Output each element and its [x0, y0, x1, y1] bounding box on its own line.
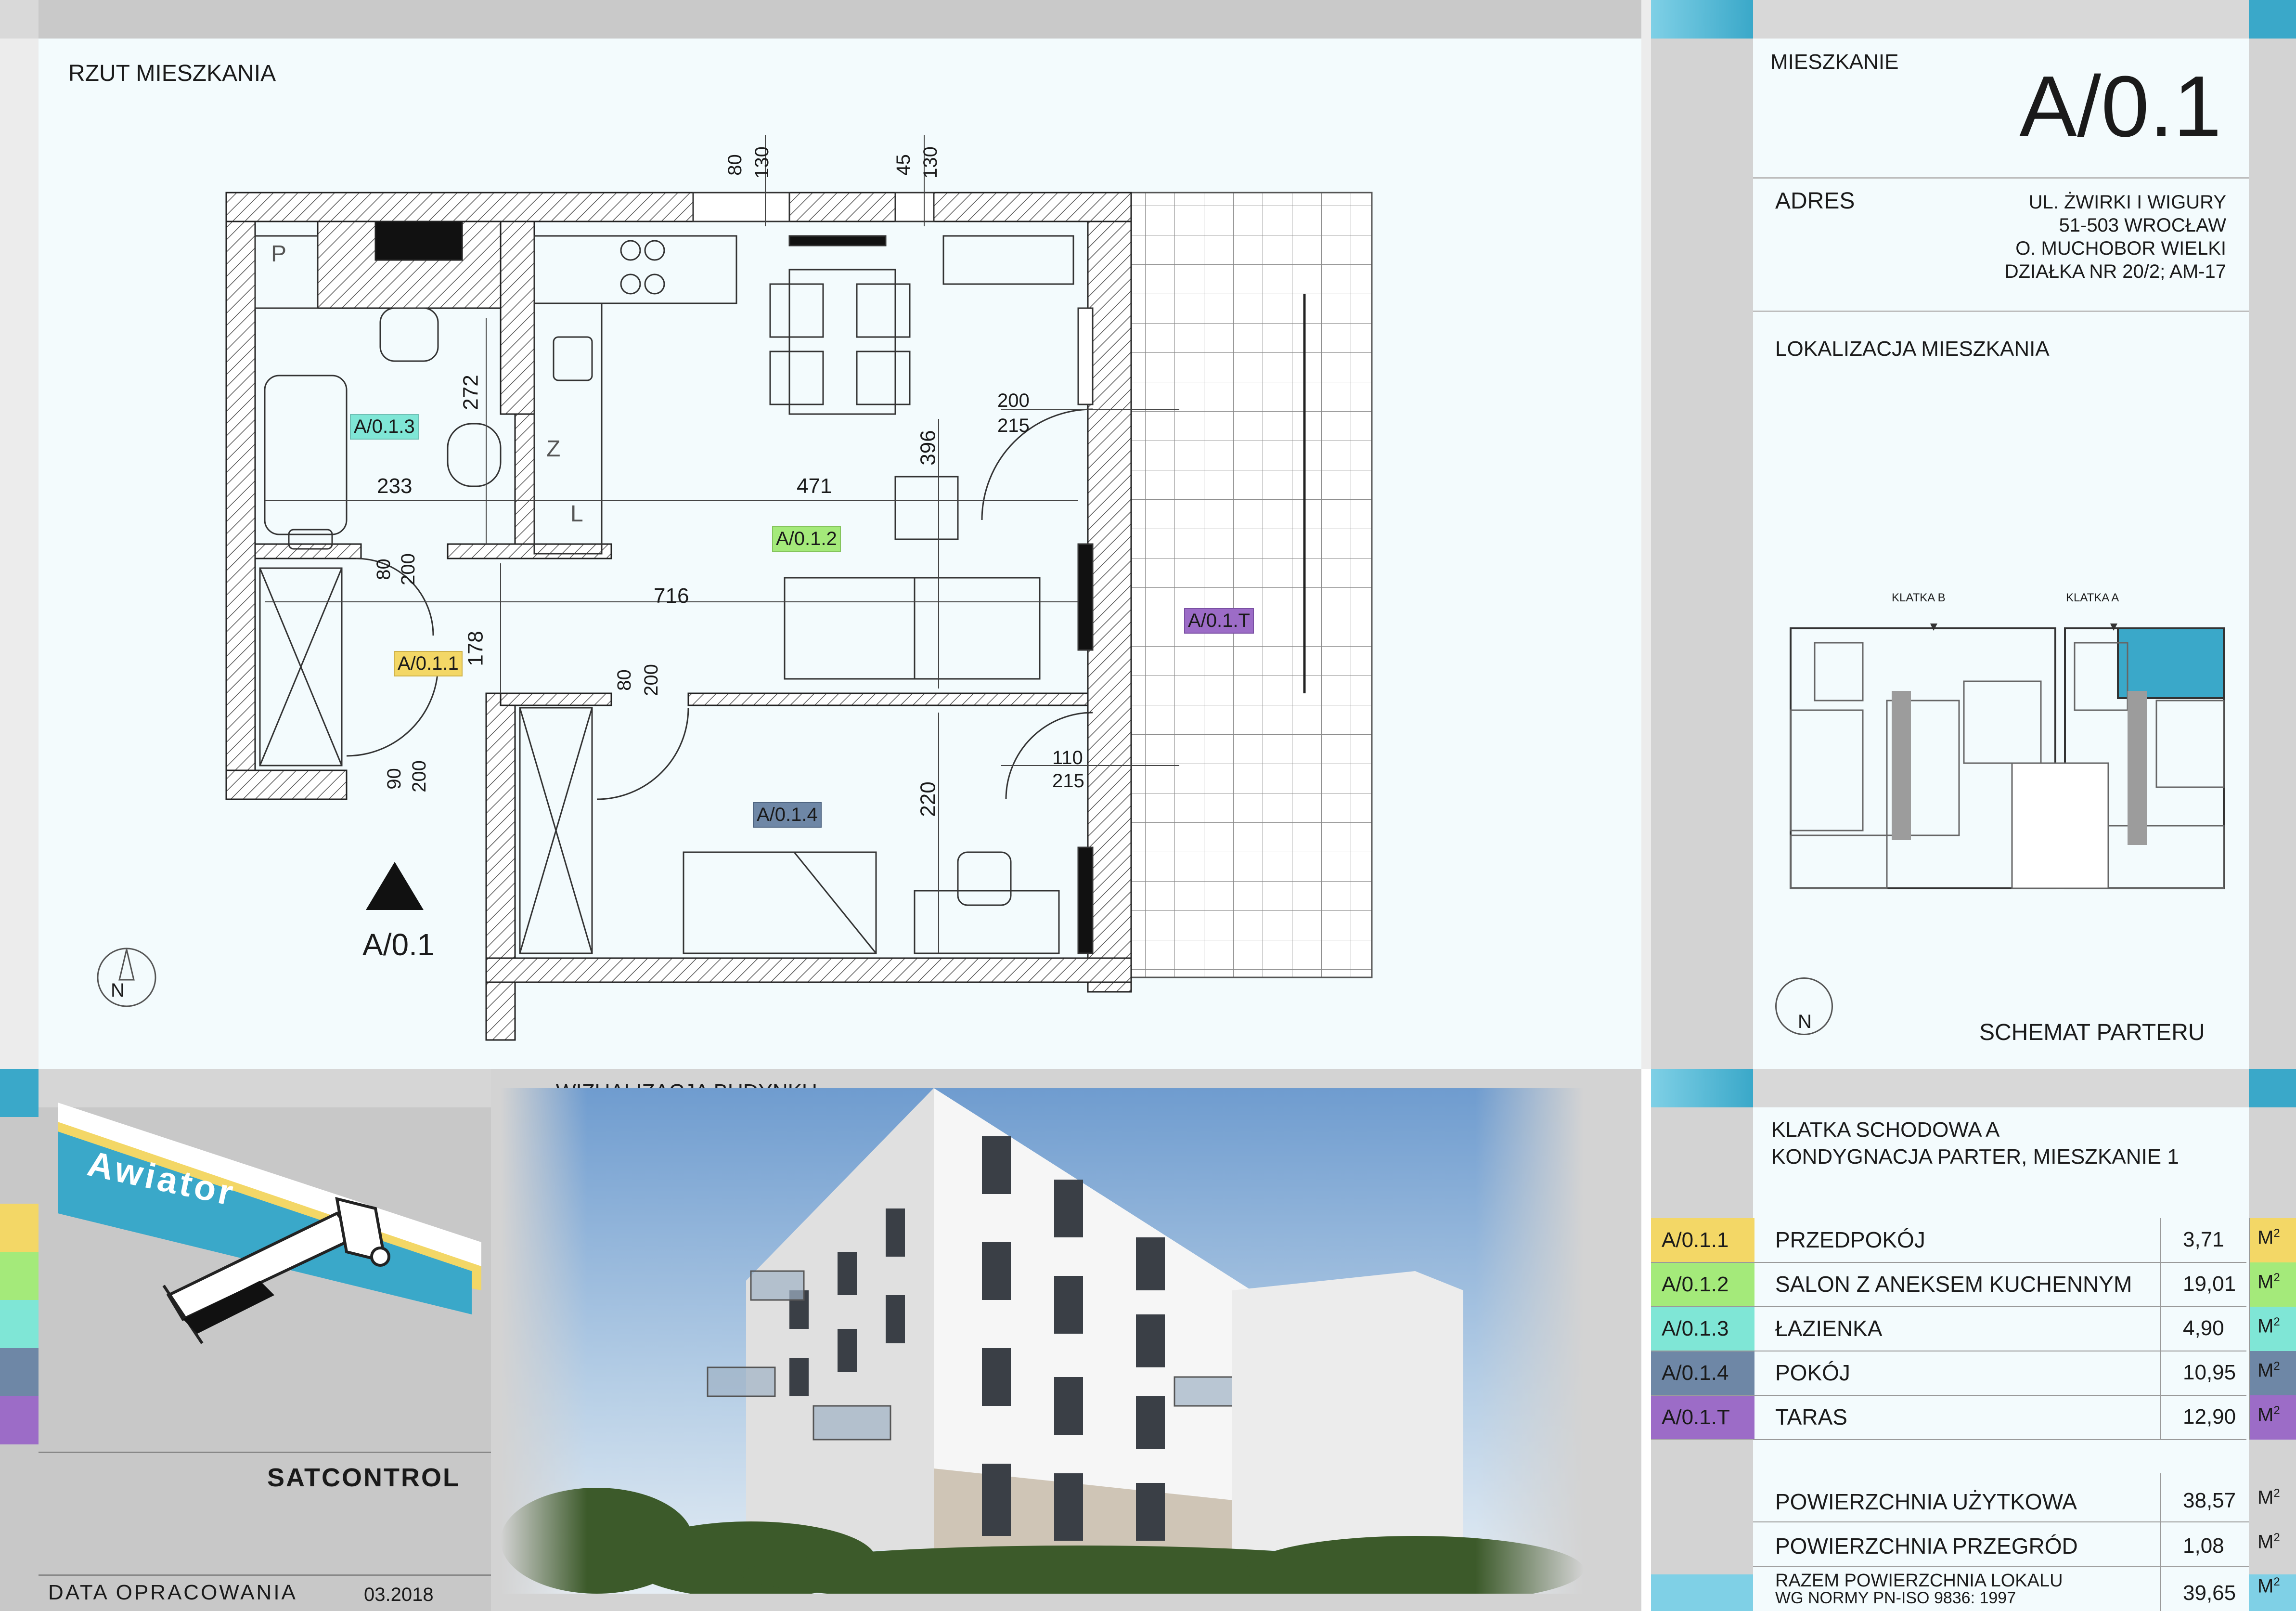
- room-code: A/0.1.2: [1651, 1262, 1754, 1307]
- dim-272: 272: [459, 375, 483, 410]
- terrace: [1130, 192, 1373, 978]
- building-render: [501, 1088, 1584, 1594]
- dim-200d: 200: [408, 760, 430, 793]
- room-tag-salon: A/0.1.2: [772, 526, 841, 552]
- room-tag-taras: A/0.1.T: [1184, 608, 1254, 634]
- total-value: 39,65: [2183, 1581, 2236, 1605]
- dim-130b: 130: [919, 146, 941, 179]
- adres-label: ADRES: [1775, 188, 1855, 214]
- dim-200a: 200: [997, 390, 1030, 411]
- room-tag-hall: A/0.1.1: [394, 651, 463, 676]
- awiator-logo: [58, 1103, 481, 1344]
- klatka-b-label: KLATKA B: [1892, 591, 1946, 604]
- schemat-label: SCHEMAT PARTERU: [1979, 1020, 2205, 1045]
- address-line-1: UL. ŻWIRKI I WIGURY: [2028, 192, 2226, 213]
- room-area: 10,95: [2183, 1361, 2236, 1384]
- address-line-4: DZIAŁKA NR 20/2; AM-17: [2004, 261, 2226, 282]
- dim-220: 220: [916, 781, 940, 817]
- dim-215a: 215: [997, 415, 1030, 436]
- room-area: 12,90: [2183, 1405, 2236, 1429]
- dim-471: 471: [797, 474, 832, 498]
- room-name: ŁAZIENKA: [1775, 1316, 1883, 1341]
- total-useful-label: POWIERZCHNIA UŻYTKOWA: [1775, 1489, 2077, 1514]
- dim-396: 396: [916, 430, 940, 466]
- room-code: A/0.1.T: [1651, 1395, 1754, 1440]
- mieszkanie-label: MIESZKANIE: [1770, 50, 1899, 74]
- room-unit: M2: [2257, 1271, 2280, 1293]
- unit-marker: A/0.1: [362, 927, 435, 962]
- mieszkanie-value: A/0.1: [2019, 58, 2222, 155]
- total-partitions-unit: M2: [2257, 1531, 2280, 1553]
- room-name: TARAS: [1775, 1404, 1847, 1429]
- total-label-2: WG NORMY PN-ISO 9836: 1997: [1775, 1589, 2016, 1607]
- room-name: POKÓJ: [1775, 1360, 1850, 1385]
- dim-110: 110: [1052, 747, 1083, 768]
- room-area: 4,90: [2183, 1316, 2224, 1340]
- floor-schema: [1790, 624, 2225, 889]
- room-unit: M2: [2257, 1315, 2280, 1337]
- summary-line-1: KLATKA SCHODOWA A: [1771, 1118, 2000, 1142]
- schema-north-label: N: [1798, 1011, 1812, 1032]
- dim-80c: 80: [613, 669, 635, 691]
- room-unit: M2: [2257, 1404, 2280, 1426]
- floor-plan: [97, 135, 1373, 1041]
- room-code: A/0.1.3: [1651, 1307, 1754, 1351]
- klatka-a-label: KLATKA A: [2066, 591, 2119, 604]
- total-partitions-value: 1,08: [2183, 1534, 2224, 1558]
- dim-200c: 200: [640, 664, 662, 696]
- right-strip-top-grey: [1753, 0, 2249, 39]
- room-area: 3,71: [2183, 1228, 2224, 1251]
- info-side-right: [2249, 39, 2296, 1069]
- room-tag-pokoj: A/0.1.4: [753, 802, 822, 828]
- total-unit: M2: [2257, 1575, 2280, 1597]
- total-label-1: RAZEM POWIERZCHNIA LOKALU: [1775, 1571, 2063, 1591]
- total-useful-value: 38,57: [2183, 1489, 2236, 1512]
- right-strip-top-cyan: [2249, 0, 2296, 39]
- right-strip-top: [1651, 0, 1753, 39]
- dim-233: 233: [377, 474, 413, 498]
- dim-80b: 80: [373, 559, 394, 580]
- dim-716: 716: [654, 584, 689, 608]
- dim-45: 45: [892, 154, 914, 176]
- summary-line-2: KONDYGNACJA PARTER, MIESZKANIE 1: [1771, 1145, 2179, 1169]
- side-strip-cyan: [0, 1069, 39, 1117]
- total-useful-unit: M2: [2257, 1487, 2280, 1508]
- room-code: A/0.1.1: [1651, 1218, 1754, 1262]
- address-line-2: 51-503 WROCŁAW: [2059, 215, 2227, 236]
- address-line-3: O. MUCHOBOR WIELKI: [2015, 238, 2226, 259]
- plan-north-label: N: [111, 980, 125, 1001]
- dim-130a: 130: [751, 146, 773, 179]
- dim-90: 90: [383, 768, 405, 790]
- info-side-left: [1651, 39, 1753, 1069]
- lokalizacja-label: LOKALIZACJA MIESZKANIA: [1775, 337, 2050, 361]
- room-name: PRZEDPOKÓJ: [1775, 1227, 1925, 1252]
- left-top-strip: [0, 0, 39, 39]
- dim-80a: 80: [724, 154, 746, 176]
- room-name: SALON Z ANEKSEM KUCHENNYM: [1775, 1272, 2132, 1297]
- room-unit: M2: [2257, 1360, 2280, 1381]
- room-tag-bath: A/0.1.3: [350, 414, 419, 440]
- company-name: SATCONTROL: [267, 1463, 460, 1492]
- dim-200b: 200: [397, 553, 419, 585]
- fixture-z: Z: [546, 436, 561, 462]
- total-partitions-label: POWIERZCHNIA PRZEGRÓD: [1775, 1533, 2078, 1559]
- date-value: 03.2018: [364, 1584, 434, 1605]
- room-area: 19,01: [2183, 1272, 2236, 1296]
- room-code: A/0.1.4: [1651, 1351, 1754, 1395]
- room-unit: M2: [2257, 1227, 2280, 1248]
- top-bar: [0, 0, 1641, 39]
- dim-215b: 215: [1052, 770, 1084, 792]
- date-label: DATA OPRACOWANIA: [48, 1581, 297, 1604]
- fixture-l: L: [570, 501, 583, 527]
- dim-178: 178: [464, 631, 488, 666]
- compass: [97, 948, 156, 1007]
- fixture-p: P: [271, 241, 287, 267]
